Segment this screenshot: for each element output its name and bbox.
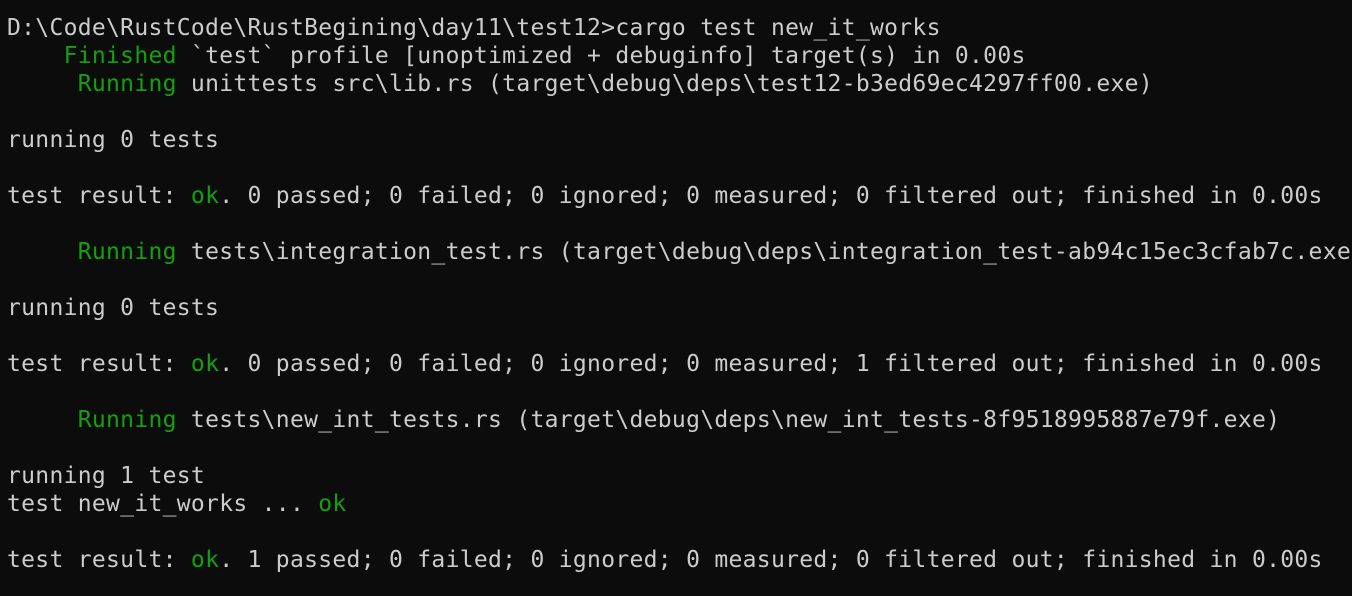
status-keyword: Running [7, 239, 177, 265]
status-keyword: Finished [7, 43, 177, 69]
status-keyword: ok [318, 491, 347, 517]
terminal-line: running 0 tests [7, 126, 1352, 154]
terminal-text: . 0 passed; 0 failed; 0 ignored; 0 measu… [219, 351, 1323, 377]
status-keyword: Running [7, 71, 177, 97]
status-keyword: Running [7, 407, 177, 433]
terminal-line: test result: ok. 0 passed; 0 failed; 0 i… [7, 182, 1352, 210]
terminal-text: unittests src\lib.rs (target\debug\deps\… [176, 71, 1153, 97]
terminal-line: test result: ok. 0 passed; 0 failed; 0 i… [7, 350, 1352, 378]
terminal-line: Finished `test` profile [unoptimized + d… [7, 42, 1352, 70]
terminal-text: D:\Code\RustCode\RustBegining\day11\test… [7, 15, 941, 41]
terminal-text: test new_it_works ... [7, 491, 319, 517]
terminal-text: test result: [7, 183, 191, 209]
terminal-text: running 0 tests [7, 127, 220, 153]
terminal-text: tests\integration_test.rs (target\debug\… [176, 239, 1352, 265]
terminal-text: . 1 passed; 0 failed; 0 ignored; 0 measu… [219, 547, 1323, 573]
status-keyword: ok [190, 547, 220, 573]
terminal-line: running 0 tests [7, 294, 1352, 322]
terminal-text: `test` profile [unoptimized + debuginfo]… [176, 43, 1026, 69]
terminal-text: test result: [7, 547, 191, 573]
terminal-line: Running tests\new_int_tests.rs (target\d… [7, 406, 1352, 434]
terminal-line: Running tests\integration_test.rs (targe… [7, 238, 1352, 266]
status-keyword: ok [190, 351, 220, 377]
terminal-text: tests\new_int_tests.rs (target\debug\dep… [176, 407, 1281, 433]
terminal-text: running 0 tests [7, 295, 220, 321]
terminal-line: D:\Code\RustCode\RustBegining\day11\test… [7, 14, 1352, 42]
terminal-window[interactable]: D:\Code\RustCode\RustBegining\day11\test… [0, 0, 1352, 596]
terminal-line: Running unittests src\lib.rs (target\deb… [7, 70, 1352, 98]
terminal-text: test result: [7, 351, 191, 377]
terminal-line: test new_it_works ... ok [7, 490, 1352, 518]
status-keyword: ok [190, 183, 220, 209]
terminal-line: test result: ok. 1 passed; 0 failed; 0 i… [7, 546, 1352, 574]
terminal-text: running 1 test [7, 463, 206, 489]
terminal-line: running 1 test [7, 462, 1352, 490]
terminal-text: . 0 passed; 0 failed; 0 ignored; 0 measu… [219, 183, 1323, 209]
